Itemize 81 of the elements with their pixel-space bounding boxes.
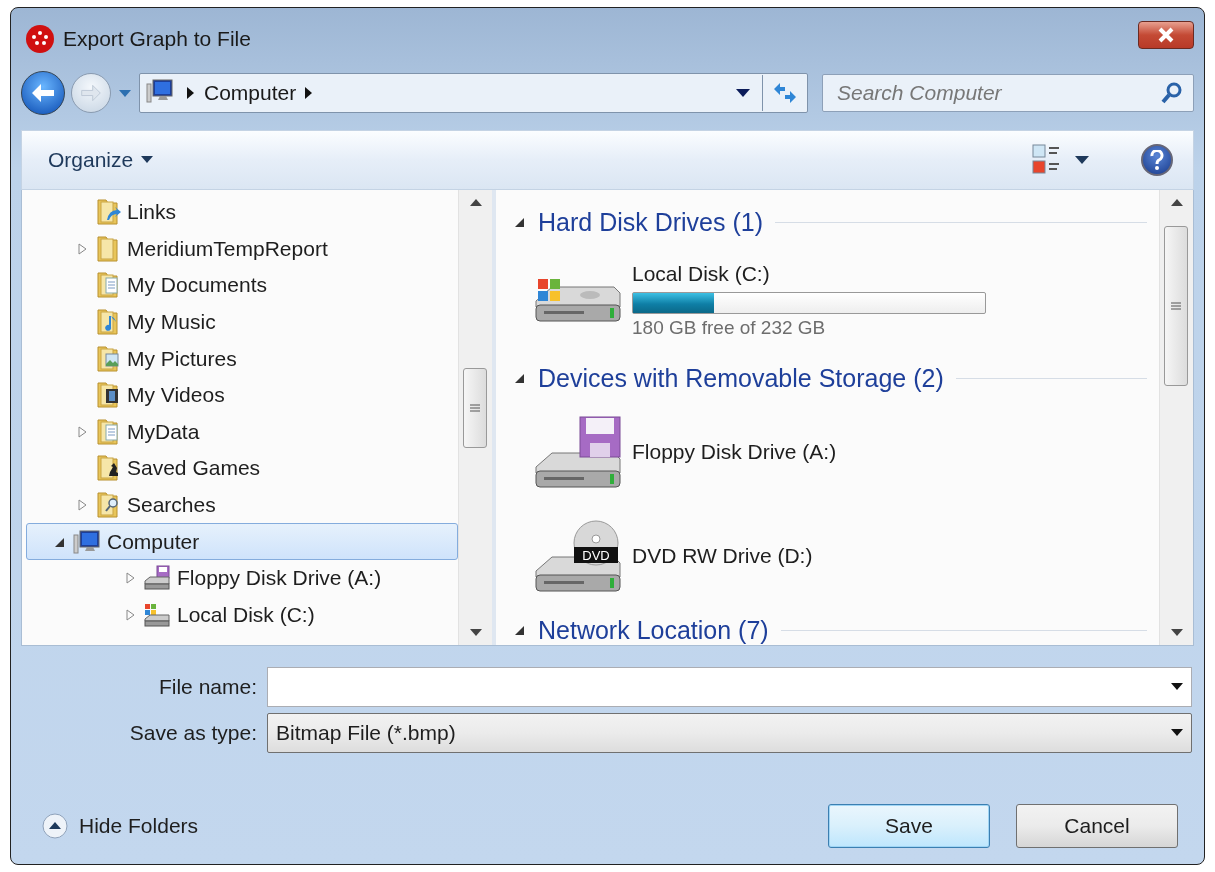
- group-header[interactable]: Devices with Removable Storage (2): [538, 363, 944, 393]
- file-name-label: File name:: [157, 675, 257, 699]
- view-options-button[interactable]: [1031, 143, 1089, 177]
- file-type-dropdown[interactable]: Bitmap File (*.bmp): [267, 713, 1192, 753]
- videos-folder-icon: [95, 381, 121, 410]
- tree-item[interactable]: My Music: [26, 303, 458, 341]
- computer-icon: [146, 78, 174, 104]
- free-space-text: 180 GB free of 232 GB: [632, 316, 827, 339]
- drive-name[interactable]: DVD RW Drive (D:): [632, 544, 813, 568]
- dialog-button[interactable]: Cancel: [1016, 804, 1178, 848]
- question-mark-icon[interactable]: [1150, 150, 1164, 170]
- caret-icon[interactable]: [141, 156, 154, 164]
- caret-icon[interactable]: [735, 89, 750, 97]
- app-icon: [25, 24, 55, 54]
- caret-icon[interactable]: [1171, 729, 1183, 737]
- tree-item[interactable]: Local Disk (C:): [26, 596, 458, 634]
- scroll-down-icon[interactable]: [469, 629, 482, 637]
- address-bar[interactable]: Computer: [139, 73, 808, 113]
- documents-folder-icon: [95, 271, 121, 300]
- caret-icon[interactable]: [1171, 683, 1183, 691]
- tree-item[interactable]: Floppy Disk Drive (A:): [26, 559, 458, 597]
- grip-icon: [470, 403, 480, 413]
- tree-item[interactable]: MeridiumTempReport: [26, 230, 458, 268]
- expand-arrow-icon[interactable]: [75, 424, 89, 439]
- dvd-label: DVD: [574, 547, 618, 563]
- refresh-icon[interactable]: [772, 81, 798, 105]
- tree-item[interactable]: My Videos: [26, 376, 458, 414]
- scroll-thumb[interactable]: [463, 368, 487, 448]
- games-folder-icon: [95, 454, 121, 483]
- scroll-thumb[interactable]: [1164, 226, 1188, 386]
- collapse-arrow-icon[interactable]: [514, 372, 526, 384]
- folder-icon: [95, 234, 121, 263]
- computer-icon: [73, 528, 101, 555]
- file-name-field[interactable]: [267, 667, 1192, 707]
- drive-name[interactable]: Local Disk (C:): [632, 261, 986, 286]
- window-title: Export Graph to File: [63, 27, 251, 51]
- collapse-arrow-icon[interactable]: [514, 624, 526, 636]
- expand-arrow-icon[interactable]: [123, 571, 137, 586]
- expand-arrow-icon[interactable]: [123, 607, 137, 622]
- hard-disk-icon: [143, 601, 171, 628]
- file-type-label: Save as type:: [128, 721, 257, 745]
- scroll-down-icon[interactable]: [1170, 629, 1183, 637]
- tree-item[interactable]: Computer: [26, 523, 458, 560]
- breadcrumb-arrow-icon[interactable]: [186, 86, 196, 100]
- tree-scrollbar[interactable]: [458, 190, 492, 645]
- hard-disk-icon: [535, 278, 621, 322]
- back-button[interactable]: [21, 71, 65, 115]
- dialog-button[interactable]: Save: [828, 804, 990, 848]
- organize-menu[interactable]: Organize: [48, 148, 154, 172]
- music-folder-icon: [95, 308, 121, 337]
- expand-arrow-icon[interactable]: [75, 241, 89, 256]
- search-field[interactable]: Search Computer: [822, 74, 1194, 112]
- scroll-up-icon[interactable]: [1170, 198, 1183, 206]
- expand-arrow-icon[interactable]: [75, 498, 89, 513]
- scroll-up-icon[interactable]: [469, 198, 482, 206]
- tree-item[interactable]: Links: [26, 194, 458, 231]
- back-arrow-icon[interactable]: [30, 82, 56, 104]
- searches-folder-icon: [95, 491, 121, 520]
- collapse-arrow-icon[interactable]: [514, 216, 526, 228]
- tree-item[interactable]: My Pictures: [26, 340, 458, 377]
- search-icon[interactable]: [1160, 81, 1184, 105]
- tree-item[interactable]: Saved Games: [26, 450, 458, 487]
- close-button[interactable]: [1138, 21, 1194, 49]
- tree-item[interactable]: MyData: [26, 413, 458, 451]
- hide-folders-button[interactable]: Hide Folders: [41, 812, 199, 840]
- documents-folder-icon: [95, 417, 121, 446]
- group-header[interactable]: Network Location (7): [538, 615, 769, 645]
- group-header[interactable]: Hard Disk Drives (1): [538, 207, 764, 237]
- pictures-folder-icon: [95, 344, 121, 373]
- floppy-drive-icon: [535, 416, 621, 488]
- drive-name[interactable]: Floppy Disk Drive (A:): [632, 440, 837, 464]
- links-folder-icon: [95, 198, 121, 227]
- content-scrollbar[interactable]: [1159, 190, 1193, 645]
- help-button[interactable]: [1141, 144, 1173, 176]
- tree-item[interactable]: My Documents: [26, 267, 458, 304]
- breadcrumb[interactable]: Computer: [196, 81, 305, 105]
- floppy-drive-icon: [143, 565, 171, 592]
- tree-item[interactable]: Searches: [26, 486, 458, 524]
- grip-icon: [1171, 301, 1181, 311]
- caret-icon[interactable]: [1075, 156, 1089, 164]
- collapse-up-icon[interactable]: [41, 812, 69, 840]
